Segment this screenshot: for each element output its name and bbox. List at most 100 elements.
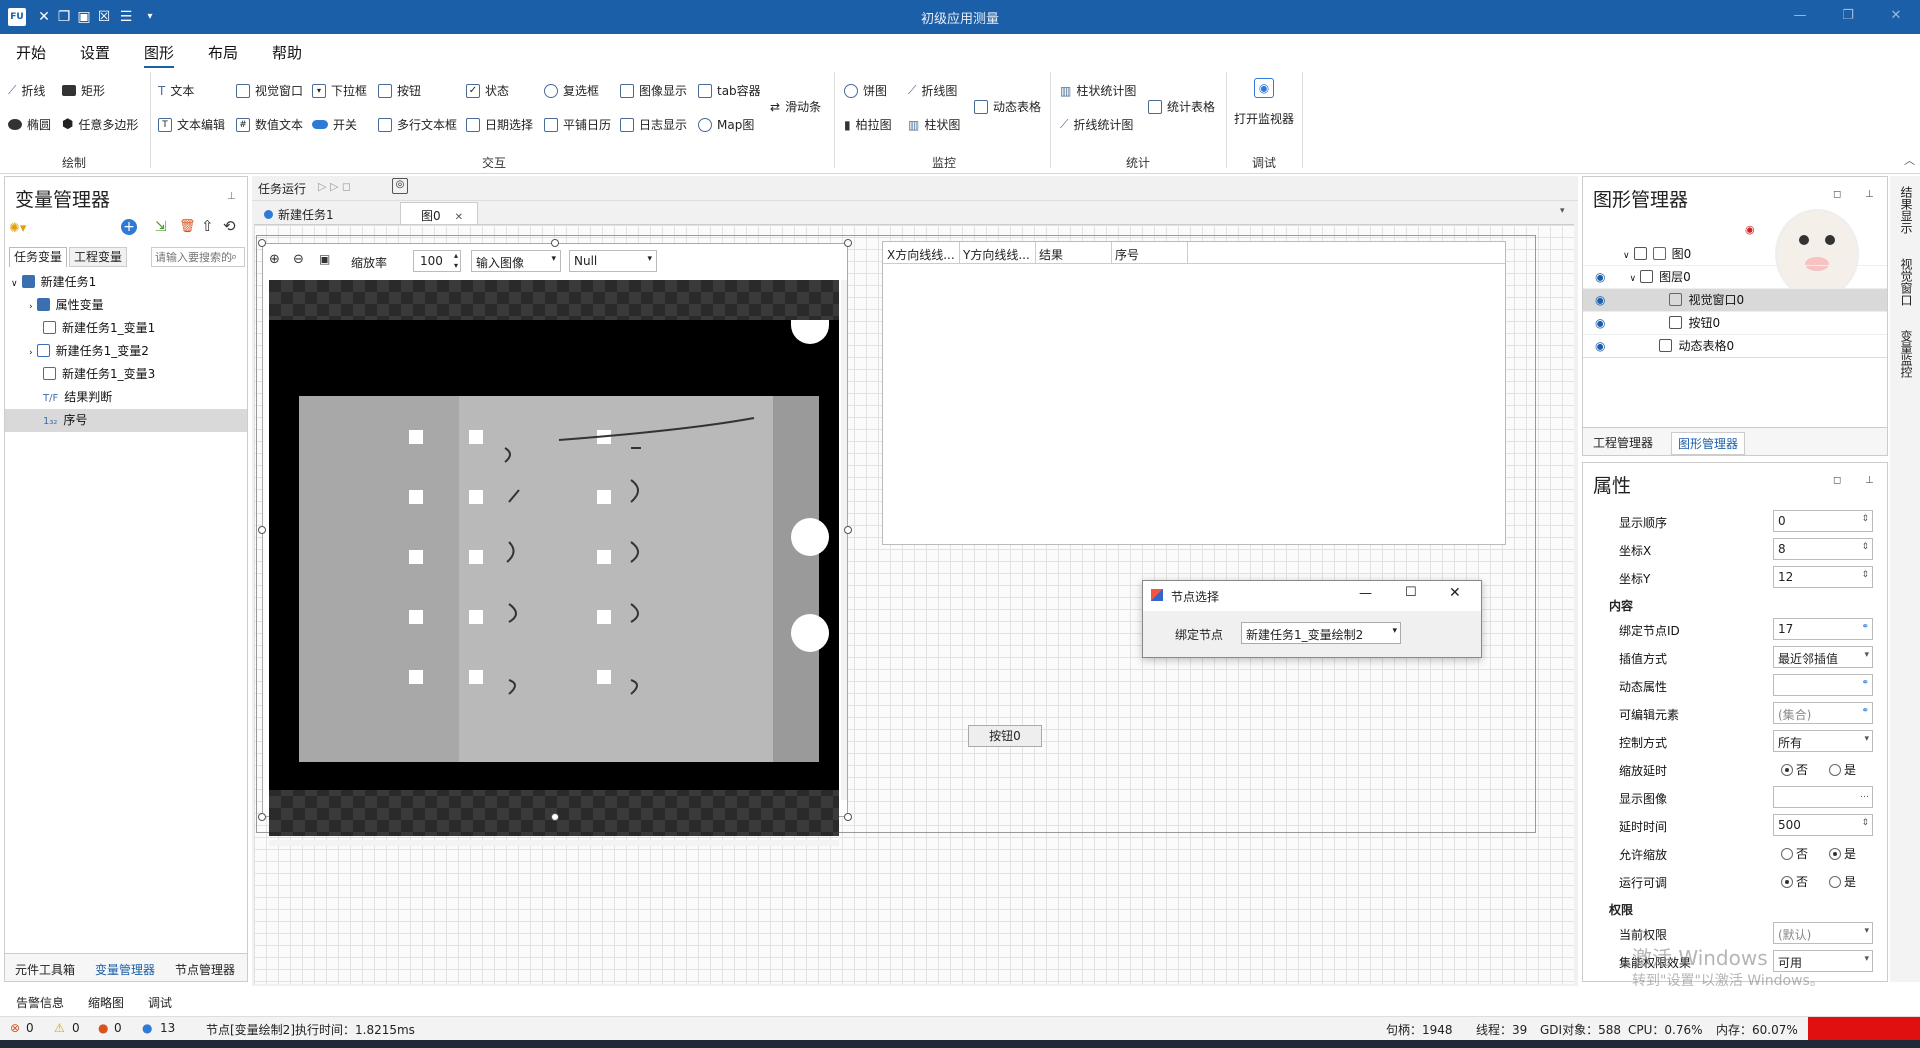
property-value-field[interactable]: 可用 ▾ — [1773, 950, 1873, 972]
upload-icon[interactable]: ⇧ — [201, 217, 214, 235]
resize-handle[interactable] — [551, 813, 559, 821]
zoom-input[interactable]: 100 ▴ ▾ — [413, 250, 461, 272]
vertical-scrollbar[interactable] — [841, 280, 847, 800]
property-value-field[interactable]: (集合) ⚭ — [1773, 702, 1873, 724]
bar-chart-tool[interactable]: ▥ 柱状图 — [908, 116, 960, 133]
text-tool[interactable]: T 文本 — [158, 82, 194, 99]
shape-item-figure[interactable]: ∨ 图0 — [1583, 243, 1887, 266]
zoom-out-icon[interactable]: ⊖ — [293, 252, 304, 267]
tab-thumbnail[interactable]: 缩略图 — [88, 994, 124, 1011]
shape-item-table[interactable]: ◉ 动态表格0 — [1583, 335, 1887, 358]
menu-help[interactable]: 帮助 — [272, 42, 302, 63]
tab-project-manager[interactable]: 工程管理器 — [1593, 434, 1653, 451]
tree-item-result[interactable]: T/F 结果判断 — [5, 386, 247, 409]
radio-no[interactable]: 否 — [1781, 845, 1808, 862]
tab-list-icon[interactable]: ▾ — [1560, 206, 1565, 216]
spin-icon[interactable]: ▴ ▾ — [454, 251, 458, 271]
settings-dropdown-icon[interactable]: ✺▾ — [9, 221, 35, 237]
bar-stat-tool[interactable]: ▥ 柱状统计图 — [1060, 82, 1136, 99]
tab-figure0[interactable]: 图0 ✕ — [400, 202, 478, 224]
date-picker-tool[interactable]: 日期选择 — [466, 116, 533, 133]
input-image-select[interactable]: 输入图像 ▾ — [471, 250, 561, 272]
add-variable-icon[interactable]: + — [121, 219, 137, 235]
fit-icon[interactable]: ▣ — [319, 252, 330, 266]
expand-icon[interactable]: › — [29, 348, 33, 358]
polyline-tool[interactable]: ⟋ 折线 — [8, 82, 45, 99]
checkbox-icon[interactable] — [1633, 247, 1647, 260]
property-value-field[interactable]: 0 ⇕ — [1773, 510, 1873, 532]
dropdown-tool[interactable]: ▾ 下拉框 — [312, 82, 367, 99]
shape-item-vision-window[interactable]: ◉ 视觉窗口0 — [1583, 289, 1887, 312]
switch-tool[interactable]: 开关 — [312, 116, 357, 133]
numeric-text-tool[interactable]: # 数值文本 — [236, 116, 303, 133]
collapse-ribbon-icon[interactable]: ︿ — [1904, 152, 1915, 168]
tab-container-tool[interactable]: tab容器 — [698, 82, 761, 99]
close-tab-icon[interactable]: ✕ — [455, 212, 463, 223]
menu-graphics[interactable]: 图形 — [144, 42, 175, 68]
property-value-field[interactable]: … — [1773, 786, 1873, 808]
radio-icon[interactable] — [1781, 764, 1793, 776]
search-icon[interactable]: ⌕ — [231, 250, 237, 264]
import-icon[interactable]: ⇲ — [155, 219, 167, 235]
menu-layout[interactable]: 布局 — [208, 42, 238, 63]
pareto-tool[interactable]: ▮ 柏拉图 — [844, 116, 892, 133]
column-header[interactable]: X方向线线... — [887, 246, 957, 263]
property-value-field[interactable]: 17 ⚭ — [1773, 618, 1873, 640]
eye-icon[interactable]: ◉ — [1595, 293, 1605, 307]
tree-item-var2[interactable]: › 新建任务1_变量2 — [5, 340, 247, 363]
canvas-button0[interactable]: 按钮0 — [968, 725, 1042, 747]
side-tab-var-monitor[interactable]: 变量监控 — [1898, 330, 1915, 378]
radio-icon[interactable] — [1829, 848, 1841, 860]
tab-toolbox[interactable]: 元件工具箱 — [15, 961, 75, 978]
resize-handle[interactable] — [551, 239, 559, 247]
dialog-close-icon[interactable]: ✕ — [1449, 585, 1461, 601]
tab-debug[interactable]: 调试 — [148, 994, 172, 1011]
collapse-icon[interactable]: ∨ — [1623, 251, 1630, 261]
dialog-minimize-icon[interactable]: — — [1359, 586, 1372, 601]
null-select[interactable]: Null ▾ — [569, 250, 657, 272]
tree-item-task[interactable]: ∨ 新建任务1 — [5, 271, 247, 294]
history-icon[interactable]: ⟲ — [223, 217, 236, 235]
property-value-field[interactable]: ⚭ — [1773, 674, 1873, 696]
radio-icon[interactable] — [1829, 876, 1841, 888]
checkbox-tool[interactable]: 复选框 — [544, 82, 599, 99]
image-viewport[interactable] — [269, 280, 839, 836]
stat-table-tool[interactable]: 统计表格 — [1148, 98, 1215, 115]
tree-item-index[interactable]: 1₃₂ 序号 — [5, 409, 247, 432]
line-stat-tool[interactable]: ⟋ 折线统计图 — [1060, 116, 1133, 133]
tile-calendar-tool[interactable]: 平铺日历 — [544, 116, 611, 133]
shape-item-layer[interactable]: ◉ ∨ 图层0 — [1583, 266, 1887, 289]
resize-handle[interactable] — [258, 526, 266, 534]
tab-node-manager[interactable]: 节点管理器 — [175, 961, 235, 978]
property-value-field[interactable]: 8 ⇕ — [1773, 538, 1873, 560]
resize-handle[interactable] — [844, 813, 852, 821]
tree-item-var3[interactable]: 新建任务1_变量3 — [5, 363, 247, 386]
log-display-tool[interactable]: 日志显示 — [620, 116, 687, 133]
expand-icon[interactable]: › — [29, 302, 33, 312]
menu-settings[interactable]: 设置 — [80, 42, 110, 63]
eye-icon[interactable]: ◉ — [1595, 339, 1605, 353]
radio-yes[interactable]: 是 — [1829, 845, 1856, 862]
horizontal-scrollbar[interactable] — [269, 840, 839, 846]
shape-item-button[interactable]: ◉ 按钮0 — [1583, 312, 1887, 335]
minimize-icon[interactable]: — — [1790, 8, 1810, 26]
property-value-field[interactable]: (默认) ▾ — [1773, 922, 1873, 944]
radio-no[interactable]: 否 — [1781, 761, 1808, 778]
radio-icon[interactable] — [1781, 876, 1793, 888]
side-tab-vision-window[interactable]: 视觉窗口 — [1898, 258, 1915, 306]
eye-icon[interactable]: ◉ — [1595, 316, 1605, 330]
monitor-eye-icon[interactable]: ◉ — [1254, 78, 1274, 98]
dialog-maximize-icon[interactable]: ☐ — [1405, 585, 1417, 600]
tab-task1[interactable]: 新建任务1 — [256, 202, 372, 224]
resize-handle[interactable] — [258, 813, 266, 821]
run-controls-icon[interactable]: ▷ ▷ ◻ — [318, 180, 351, 193]
button-tool[interactable]: 按钮 — [378, 82, 421, 99]
bind-node-select[interactable]: 新建任务1_变量绘制2 ▾ — [1241, 622, 1401, 644]
radio-no[interactable]: 否 — [1781, 873, 1808, 890]
column-header[interactable]: 序号 — [1115, 246, 1185, 263]
tab-shape-manager[interactable]: 图形管理器 — [1671, 432, 1746, 455]
radio-yes[interactable]: 是 — [1829, 873, 1856, 890]
tab-alarms[interactable]: 告警信息 — [16, 994, 64, 1011]
rect-tool[interactable]: 矩形 — [62, 82, 105, 99]
column-header[interactable]: 结果 — [1039, 246, 1109, 263]
